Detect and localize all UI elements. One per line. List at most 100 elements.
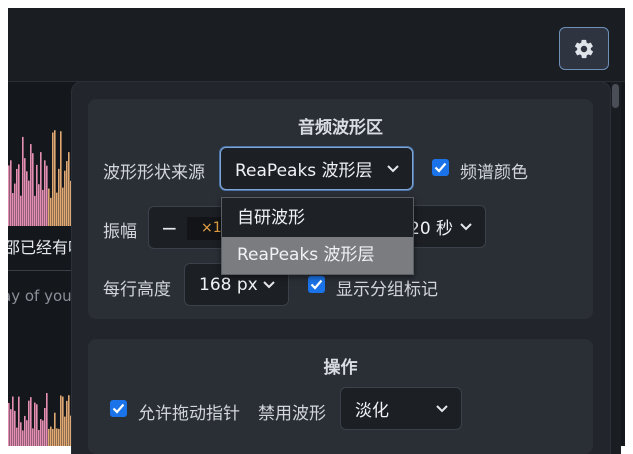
disabled-wave-label: 禁用波形 bbox=[258, 404, 326, 424]
waveform-bar bbox=[58, 168, 60, 226]
actions-section-title: 操作 bbox=[323, 358, 358, 378]
waveform-bar bbox=[60, 395, 62, 446]
chevron-down-icon bbox=[387, 164, 399, 172]
checkmark-icon bbox=[434, 162, 447, 173]
waveform-bar bbox=[10, 160, 12, 226]
dropdown-option-custom[interactable]: 自研波形 bbox=[222, 200, 413, 237]
waveform-thumbnail-bottom bbox=[8, 392, 78, 446]
waveform-bar bbox=[44, 160, 46, 226]
waveform-bar bbox=[66, 161, 68, 226]
waveform-source-dropdown: 自研波形 ReaPeaks 波形层 bbox=[221, 197, 414, 275]
waveform-source-label: 波形形状来源 bbox=[103, 163, 205, 183]
waveform-bar bbox=[64, 416, 66, 446]
waveform-bar bbox=[50, 197, 52, 226]
top-bar bbox=[8, 8, 625, 82]
waveform-source-value: ReaPeaks 波形层 bbox=[235, 161, 373, 181]
gear-icon bbox=[574, 39, 594, 58]
waveform-bar bbox=[50, 426, 52, 446]
waveform-bar bbox=[48, 428, 50, 446]
waveform-bar bbox=[18, 396, 20, 446]
waveform-section-title: 音频波形区 bbox=[298, 118, 383, 138]
waveform-bar bbox=[68, 395, 70, 446]
row-height-value: 168 px bbox=[199, 274, 258, 295]
waveform-bar bbox=[12, 193, 14, 226]
settings-button[interactable] bbox=[559, 27, 609, 70]
waveform-bar bbox=[46, 393, 48, 446]
waveform-bar bbox=[36, 404, 38, 446]
waveform-bar bbox=[22, 136, 24, 226]
dropdown-option-reapeaks[interactable]: ReaPeaks 波形层 bbox=[222, 237, 413, 274]
waveform-bar bbox=[32, 428, 34, 446]
waveform-bar bbox=[42, 189, 44, 226]
waveform-bar bbox=[42, 420, 44, 446]
allow-drag-label: 允许拖动指针 bbox=[138, 404, 240, 424]
waveform-bar bbox=[60, 131, 62, 226]
duration-value: 20 秒 bbox=[409, 219, 454, 239]
checkmark-icon bbox=[112, 403, 125, 414]
checkmark-icon bbox=[310, 279, 323, 290]
spectrum-color-checkbox[interactable] bbox=[432, 159, 449, 176]
waveform-bar bbox=[48, 188, 50, 226]
waveform-bar bbox=[62, 187, 64, 226]
waveform-bar bbox=[38, 429, 40, 446]
waveform-bar bbox=[40, 152, 42, 226]
waveform-bar bbox=[62, 396, 64, 446]
spectrum-color-label: 频谱颜色 bbox=[460, 163, 528, 183]
disabled-wave-value: 淡化 bbox=[355, 401, 389, 421]
waveform-bar bbox=[22, 430, 24, 446]
waveform-bar bbox=[14, 183, 16, 226]
row-height-label: 每行高度 bbox=[103, 280, 171, 300]
waveform-bar bbox=[38, 184, 40, 226]
disabled-wave-select[interactable]: 淡化 bbox=[340, 387, 462, 430]
waveform-bar bbox=[46, 165, 48, 226]
waveform-source-select[interactable]: ReaPeaks 波形层 bbox=[220, 147, 413, 190]
waveform-bar bbox=[54, 130, 56, 226]
waveform-bar bbox=[18, 164, 20, 226]
waveform-bar bbox=[28, 400, 30, 446]
waveform-bar bbox=[54, 412, 56, 446]
waveform-bar bbox=[20, 195, 22, 226]
divider bbox=[8, 270, 78, 271]
waveform-bar bbox=[66, 400, 68, 446]
waveform-bar bbox=[8, 165, 10, 226]
waveform-bar bbox=[56, 428, 58, 446]
waveform-thumbnail-top bbox=[8, 128, 78, 226]
chevron-down-icon bbox=[263, 280, 275, 288]
waveform-bar bbox=[12, 396, 14, 446]
waveform-bar bbox=[30, 397, 32, 446]
waveform-bar bbox=[14, 410, 16, 446]
waveform-bar bbox=[58, 428, 60, 446]
waveform-bar bbox=[34, 402, 36, 446]
waveform-bar bbox=[8, 402, 10, 446]
waveform-bar bbox=[16, 427, 18, 446]
waveform-bar bbox=[44, 407, 46, 446]
waveform-bar bbox=[52, 132, 54, 226]
waveform-bar bbox=[40, 419, 42, 446]
group-markers-checkbox[interactable] bbox=[308, 276, 325, 293]
waveform-bar bbox=[64, 170, 66, 226]
waveform-bar bbox=[36, 164, 38, 226]
waveform-bar bbox=[10, 409, 12, 446]
waveform-bar bbox=[32, 153, 34, 226]
waveform-bar bbox=[52, 428, 54, 446]
chevron-down-icon bbox=[460, 222, 472, 230]
waveform-bar bbox=[24, 415, 26, 446]
waveform-bar bbox=[56, 192, 58, 226]
waveform-bar bbox=[20, 422, 22, 446]
group-markers-label: 显示分组标记 bbox=[336, 280, 438, 300]
allow-drag-checkbox[interactable] bbox=[110, 400, 127, 417]
panel-scrollbar[interactable] bbox=[611, 82, 621, 454]
waveform-bar bbox=[26, 420, 28, 446]
chevron-down-icon bbox=[436, 404, 448, 412]
waveform-bar bbox=[16, 168, 18, 226]
amplitude-decrease-button[interactable]: − bbox=[161, 216, 178, 240]
lyric-line-translation: ay of you bbox=[8, 287, 72, 305]
waveform-bar bbox=[68, 152, 70, 226]
waveform-bar bbox=[30, 144, 32, 226]
waveform-bar bbox=[26, 171, 28, 226]
waveform-bar bbox=[34, 195, 36, 226]
scrollbar-thumb[interactable] bbox=[612, 84, 619, 108]
waveform-bar bbox=[24, 158, 26, 226]
amplitude-label: 振幅 bbox=[103, 222, 137, 242]
waveform-bar bbox=[28, 180, 30, 226]
